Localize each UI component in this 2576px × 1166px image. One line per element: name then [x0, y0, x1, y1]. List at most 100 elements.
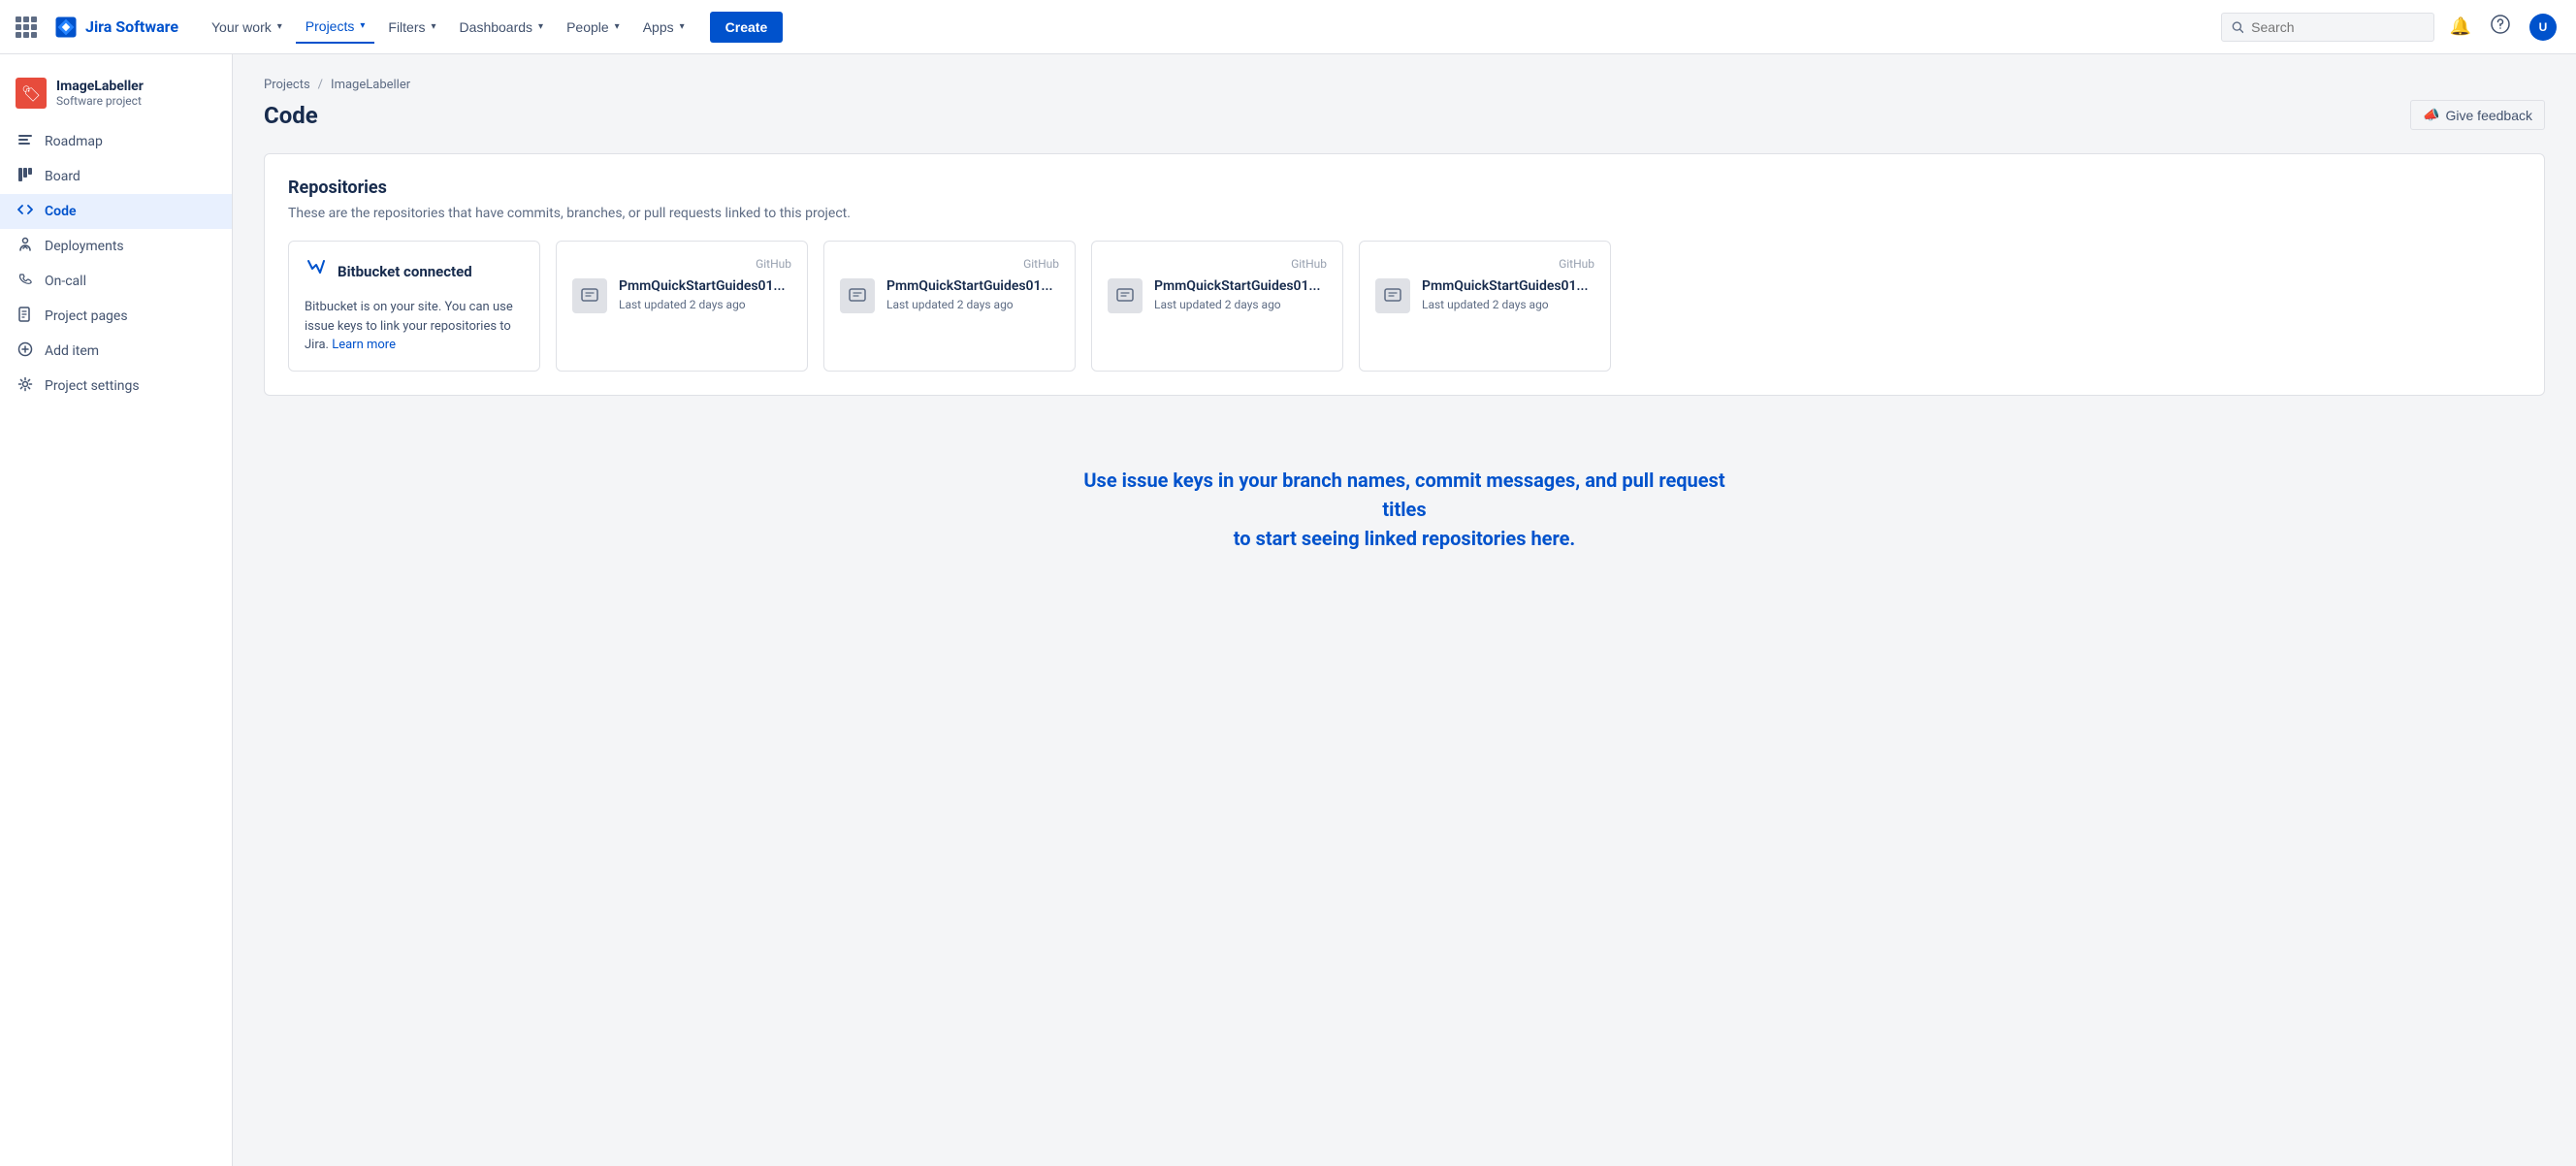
sidebar-label-add-item: Add item	[45, 343, 99, 359]
sidebar-item-code[interactable]: Code	[0, 194, 232, 229]
nav-items: Your work▾ Projects▾ Filters▾ Dashboards…	[202, 11, 694, 44]
sidebar-label-code: Code	[45, 204, 77, 219]
repo-provider: GitHub	[840, 257, 1059, 271]
sidebar-item-on-call[interactable]: On-call	[0, 264, 232, 299]
project-name: ImageLabeller	[56, 79, 144, 94]
repo-card[interactable]: GitHub PmmQuickStartGuides01... Last upd…	[1359, 241, 1611, 372]
repo-name: PmmQuickStartGuides01...	[1154, 278, 1321, 294]
repo-icon-wrap	[840, 278, 875, 313]
repositories-description: These are the repositories that have com…	[288, 206, 2521, 221]
repo-info: PmmQuickStartGuides01... Last updated 2 …	[1422, 278, 1589, 311]
nav-dashboards[interactable]: Dashboards▾	[450, 12, 554, 43]
repo-icon	[840, 278, 875, 313]
breadcrumb: Projects / ImageLabeller	[264, 78, 2545, 92]
search-box[interactable]	[2221, 13, 2434, 42]
sidebar-label-board: Board	[45, 169, 80, 184]
project-info: ImageLabeller Software project	[56, 79, 144, 108]
nav-left: Jira Software Your work▾ Projects▾ Filte…	[16, 11, 783, 44]
board-icon	[16, 167, 35, 186]
sidebar-label-on-call: On-call	[45, 274, 86, 289]
sidebar-item-add-item[interactable]: Add item	[0, 334, 232, 369]
bitbucket-header: Bitbucket connected	[305, 257, 524, 286]
search-input[interactable]	[2251, 19, 2423, 35]
notifications-button[interactable]: 🔔	[2446, 13, 2475, 41]
sidebar-item-board[interactable]: Board	[0, 159, 232, 194]
nav-right: 🔔 U	[2221, 10, 2560, 45]
repo-info: PmmQuickStartGuides01... Last updated 2 …	[1154, 278, 1321, 311]
repo-provider: GitHub	[1108, 257, 1327, 271]
bitbucket-card[interactable]: Bitbucket connected Bitbucket is on your…	[288, 241, 540, 372]
create-button[interactable]: Create	[710, 12, 784, 43]
search-icon	[2232, 20, 2244, 34]
repo-card[interactable]: GitHub PmmQuickStartGuides01... Last upd…	[1091, 241, 1343, 372]
layout: 🏷 ImageLabeller Software project Roadmap…	[0, 54, 2576, 1166]
profile-button[interactable]: U	[2526, 10, 2560, 45]
repo-icon	[1108, 278, 1143, 313]
repo-info: PmmQuickStartGuides01... Last updated 2 …	[886, 278, 1053, 311]
logo[interactable]: Jira Software	[52, 14, 178, 41]
repo-icon-wrap	[1108, 278, 1143, 313]
pages-icon	[16, 307, 35, 326]
nav-filters[interactable]: Filters▾	[378, 12, 445, 43]
deployments-icon	[16, 237, 35, 256]
repo-provider: GitHub	[572, 257, 791, 271]
breadcrumb-project[interactable]: ImageLabeller	[331, 78, 410, 92]
sidebar-item-project-settings[interactable]: Project settings	[0, 369, 232, 404]
app-switcher-button[interactable]	[16, 16, 37, 38]
roadmap-icon	[16, 132, 35, 151]
main-content: Projects / ImageLabeller Code 📣 Give fee…	[233, 54, 2576, 1166]
sidebar-item-project-pages[interactable]: Project pages	[0, 299, 232, 334]
bitbucket-description: Bitbucket is on your site. You can use i…	[305, 298, 524, 355]
page-header: Code 📣 Give feedback	[264, 100, 2545, 130]
repo-name: PmmQuickStartGuides01...	[886, 278, 1053, 294]
repositories-section: Repositories These are the repositories …	[264, 153, 2545, 396]
sidebar: 🏷 ImageLabeller Software project Roadmap…	[0, 54, 233, 1166]
repositories-title: Repositories	[288, 178, 2521, 198]
repo-card[interactable]: GitHub PmmQuickStartGuides01... Last upd…	[823, 241, 1076, 372]
sidebar-label-roadmap: Roadmap	[45, 134, 103, 149]
sidebar-label-deployments: Deployments	[45, 239, 124, 254]
nav-apps[interactable]: Apps▾	[633, 12, 694, 43]
repo-updated: Last updated 2 days ago	[1422, 298, 1589, 311]
repo-updated: Last updated 2 days ago	[886, 298, 1053, 311]
learn-more-link[interactable]: Learn more	[332, 338, 396, 352]
repo-provider: GitHub	[1375, 257, 1594, 271]
repo-icon	[572, 278, 607, 313]
help-button[interactable]	[2487, 11, 2514, 43]
megaphone-icon: 📣	[2423, 107, 2439, 123]
nav-people[interactable]: People▾	[557, 12, 629, 43]
repo-icon-wrap	[572, 278, 607, 313]
page-title: Code	[264, 102, 318, 129]
bitbucket-icon	[305, 257, 328, 286]
project-header: 🏷 ImageLabeller Software project	[0, 70, 232, 124]
sidebar-label-project-pages: Project pages	[45, 308, 128, 324]
repo-name: PmmQuickStartGuides01...	[619, 278, 786, 294]
top-navigation: Jira Software Your work▾ Projects▾ Filte…	[0, 0, 2576, 54]
nav-your-work[interactable]: Your work▾	[202, 12, 292, 43]
sidebar-item-roadmap[interactable]: Roadmap	[0, 124, 232, 159]
repo-name: PmmQuickStartGuides01...	[1422, 278, 1589, 294]
repo-info: PmmQuickStartGuides01... Last updated 2 …	[619, 278, 786, 311]
code-icon	[16, 202, 35, 221]
project-type: Software project	[56, 94, 144, 108]
breadcrumb-separator: /	[318, 78, 323, 92]
logo-text: Jira Software	[85, 17, 178, 36]
repo-icon	[1375, 278, 1410, 313]
project-icon: 🏷	[16, 78, 47, 109]
breadcrumb-projects[interactable]: Projects	[264, 78, 310, 92]
repo-card[interactable]: GitHub PmmQuickStartGuides01... Last upd…	[556, 241, 808, 372]
settings-icon	[16, 376, 35, 396]
repo-updated: Last updated 2 days ago	[1154, 298, 1321, 311]
sidebar-item-deployments[interactable]: Deployments	[0, 229, 232, 264]
oncall-icon	[16, 272, 35, 291]
feedback-label: Give feedback	[2446, 108, 2533, 123]
bottom-banner: Use issue keys in your branch names, com…	[264, 427, 2545, 592]
feedback-button[interactable]: 📣 Give feedback	[2410, 100, 2545, 130]
repo-cards-grid: Bitbucket connected Bitbucket is on your…	[288, 241, 2521, 372]
sidebar-label-project-settings: Project settings	[45, 378, 140, 394]
repo-icon-wrap	[1375, 278, 1410, 313]
repo-updated: Last updated 2 days ago	[619, 298, 786, 311]
bitbucket-title: Bitbucket connected	[338, 263, 472, 280]
nav-projects[interactable]: Projects▾	[296, 11, 375, 44]
bottom-banner-text: Use issue keys in your branch names, com…	[1065, 466, 1744, 553]
